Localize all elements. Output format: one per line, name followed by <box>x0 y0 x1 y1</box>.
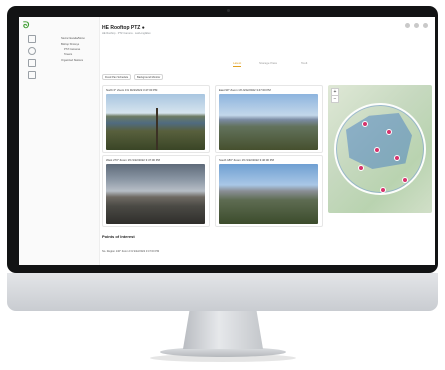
main-content: HE Rooftop PTZ ● HE Rooftop · PTZ Camera… <box>99 17 435 265</box>
map-pin[interactable] <box>362 121 368 127</box>
camera-card-east[interactable]: East 90° Zoom 1% 9/22/2022 3:47:00 PM <box>215 85 323 153</box>
map-pin[interactable] <box>358 165 364 171</box>
tab-latest[interactable]: Latest <box>233 61 242 67</box>
app-screen: ᘐ Sierra Nevada/Mono Bishop Shoreys PTZ … <box>19 17 435 265</box>
home-icon[interactable] <box>28 35 36 43</box>
camera-image[interactable] <box>219 164 318 224</box>
zoom-out-button[interactable]: − <box>331 95 339 103</box>
help-icon[interactable] <box>405 23 410 28</box>
nav-item[interactable]: Bishop Shoreys <box>61 43 79 46</box>
camera-label: North 0° Zoom 1% 9/22/2022 3:47:00 PM <box>106 88 158 92</box>
viewshed-map[interactable]: + − <box>328 85 432 213</box>
select-chip[interactable]: Background Monitor <box>134 74 164 80</box>
poi-label: No. Region 140° Zoom 1% 9/22/2022 3:47:0… <box>102 250 160 253</box>
icon-sidebar: ᘐ <box>19 17 60 265</box>
brand-logo[interactable]: ᘐ <box>23 20 29 31</box>
map-pin[interactable] <box>380 187 386 193</box>
camera-label: East 90° Zoom 1% 9/22/2022 3:47:00 PM <box>219 88 271 92</box>
breadcrumb: HE Rooftop · PTZ Camera · Lat/Long/Elev <box>102 32 151 35</box>
map-pin[interactable] <box>386 129 392 135</box>
camera-card-north[interactable]: North 0° Zoom 1% 9/22/2022 3:47:00 PM <box>102 85 210 153</box>
tab-toolt[interactable]: Toolt <box>301 61 307 65</box>
map-pin[interactable] <box>394 155 400 161</box>
range-ring <box>334 103 426 195</box>
nav-item[interactable]: Sierra Nevada/Mono <box>61 37 85 40</box>
camera-card-south[interactable]: South 180° Zoom 1% 9/22/2022 3:46:00 PM <box>215 155 323 227</box>
camera-image[interactable] <box>219 94 318 150</box>
notifications-icon[interactable] <box>414 23 419 28</box>
map-pin[interactable] <box>374 147 380 153</box>
avatar[interactable] <box>423 23 428 28</box>
webcam-dot <box>227 9 230 12</box>
map-pin[interactable] <box>402 177 408 183</box>
camera-image[interactable] <box>106 94 205 150</box>
location-icon[interactable] <box>28 47 36 55</box>
nav-item[interactable]: Towers <box>64 53 72 56</box>
camera-card-west[interactable]: West 270° Zoom 1% 9/22/2022 3:47:00 PM <box>102 155 210 227</box>
tab-storage-pass[interactable]: Storage Pass <box>259 61 277 65</box>
nav-item[interactable]: PTZ Cameras <box>64 48 80 51</box>
camera-label: South 180° Zoom 1% 9/22/2022 3:46:00 PM <box>219 158 274 162</box>
poi-list-item[interactable]: No. Region 140° Zoom 1% 9/22/2022 3:47:0… <box>102 246 212 265</box>
camera-tower <box>156 108 158 150</box>
camera-image[interactable] <box>106 164 205 224</box>
section-heading: Points of Interest <box>102 234 135 239</box>
page-title: HE Rooftop PTZ ● <box>102 25 145 31</box>
filter-chip[interactable]: Fixed Pan Schedule <box>102 74 132 80</box>
monitor-chin <box>7 273 438 311</box>
navigation-panel: Sierra Nevada/Mono Bishop Shoreys PTZ Ca… <box>59 17 100 265</box>
camera-label: West 270° Zoom 1% 9/22/2022 3:47:00 PM <box>106 158 160 162</box>
nav-item[interactable]: Organized Stations <box>61 59 83 62</box>
settings-icon[interactable] <box>28 71 36 79</box>
monitor-stand-neck <box>183 311 263 349</box>
chart-icon[interactable] <box>28 59 36 67</box>
